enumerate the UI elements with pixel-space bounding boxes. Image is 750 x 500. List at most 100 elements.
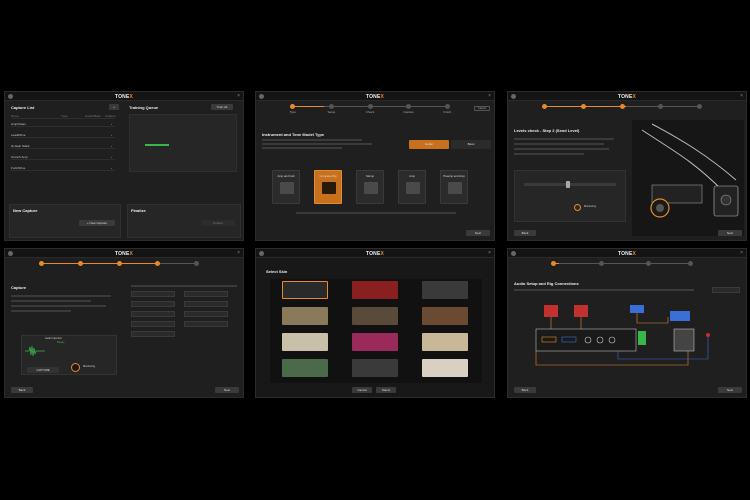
add-capture-button[interactable]: + <box>109 104 119 110</box>
next-button[interactable]: Next <box>718 387 742 393</box>
training-progress <box>145 144 169 146</box>
cancel-button[interactable]: Cancel <box>352 387 372 393</box>
close-icon[interactable]: × <box>488 93 491 99</box>
page-title: Levels check - Step 2 (Send Level) <box>514 128 580 133</box>
levels-check-window: TONEX × Levels check - Step 2 (Send Leve… <box>507 91 747 241</box>
bass-button[interactable]: Bass <box>451 140 491 149</box>
title-bar: TONEX × <box>5 92 243 101</box>
skin-item[interactable] <box>352 333 398 351</box>
hint-text <box>296 212 456 214</box>
close-icon[interactable]: × <box>488 250 491 256</box>
back-button[interactable]: Back <box>11 387 33 393</box>
select-button[interactable]: Select <box>376 387 396 393</box>
settings-form <box>131 285 237 381</box>
guitar-button[interactable]: Guitar <box>409 140 449 149</box>
audio-setup-window: TONEX × Audio Setup and Rig Connections <box>507 248 747 398</box>
back-button[interactable]: Back <box>514 230 536 236</box>
tonex-logo: TONEX <box>365 251 385 257</box>
monitoring-label: Monitoring <box>83 365 96 368</box>
description-text <box>262 139 372 149</box>
skin-grid <box>270 279 482 383</box>
level-slider[interactable] <box>566 181 570 188</box>
table-row[interactable]: Lead/Drive › <box>11 131 115 138</box>
back-button[interactable]: Back <box>514 387 536 393</box>
step-finish: Finish <box>433 104 461 114</box>
audio-injection-title: Audio Injection <box>45 337 63 340</box>
menu-icon[interactable] <box>259 251 264 256</box>
close-icon[interactable]: × <box>740 250 743 256</box>
title-bar: TONEX × <box>5 249 243 258</box>
table-row[interactable]: Fuzz/Drive › <box>11 164 115 171</box>
skin-item[interactable] <box>282 307 328 325</box>
new-capture-button[interactable]: + New Capture <box>79 220 115 226</box>
monitoring-knob[interactable] <box>574 204 581 211</box>
level-meter <box>524 183 616 186</box>
cancel-button[interactable]: Cancel <box>474 106 490 111</box>
tonex-logo: TONEX <box>114 251 134 257</box>
menu-icon[interactable] <box>259 94 264 99</box>
next-button[interactable]: Next <box>718 230 742 236</box>
skin-item[interactable] <box>422 307 468 325</box>
menu-icon[interactable] <box>8 251 13 256</box>
monitoring-label: Monitoring <box>584 205 597 208</box>
tonex-logo: TONEX <box>617 251 637 257</box>
page-title: Select Skin <box>266 269 288 274</box>
level-meter-panel <box>514 170 626 222</box>
wizard-steps <box>538 104 706 118</box>
card-preamp-and-amp[interactable]: Preamp and Amp <box>440 170 468 204</box>
skin-item[interactable] <box>422 333 468 351</box>
title-bar: TONEX × <box>256 249 494 258</box>
wizard-steps <box>548 261 696 275</box>
menu-icon[interactable] <box>511 94 516 99</box>
step-check: Check <box>356 104 384 114</box>
audio-injection-status: Ready <box>57 341 65 344</box>
tonex-logo: TONEX <box>365 94 385 100</box>
menu-icon[interactable] <box>511 251 516 256</box>
page-title: Audio Setup and Rig Connections <box>514 281 579 286</box>
monitoring-knob[interactable] <box>71 363 80 372</box>
page-title: Instrument and Tone Model Type <box>262 132 325 137</box>
skin-item[interactable] <box>352 281 398 299</box>
capture-button[interactable]: CAPTURE <box>27 367 59 373</box>
finalize-button[interactable]: Finalize <box>201 220 235 226</box>
train-all-button[interactable]: Train All <box>211 104 233 110</box>
wizard-steps <box>35 261 203 275</box>
step-setup: Setup <box>317 104 345 114</box>
skin-item[interactable] <box>352 359 398 377</box>
close-icon[interactable]: × <box>740 93 743 99</box>
capture-instructions <box>11 295 111 312</box>
skin-item[interactable] <box>352 307 398 325</box>
tonex-logo: TONEX <box>617 94 637 100</box>
new-capture-title: New Capture <box>13 208 38 213</box>
title-bar: TONEX × <box>256 92 494 101</box>
description-text <box>514 289 694 291</box>
close-icon[interactable]: × <box>237 93 240 99</box>
guitar-illustration <box>632 120 744 236</box>
table-header: Name Type Guitar/Bass Capture <box>11 114 116 119</box>
card-stomp[interactable]: Stomp <box>356 170 384 204</box>
screenshot-collage: TONEX × Capture List + Name Type Guitar/… <box>0 0 750 500</box>
skin-item[interactable] <box>282 333 328 351</box>
skin-item[interactable] <box>422 281 468 299</box>
skin-item[interactable] <box>282 281 328 299</box>
select-skin-window: TONEX × Select Skin Cancel Select <box>255 248 495 398</box>
rig-connection-diagram <box>535 305 710 366</box>
table-row[interactable]: Hi-Gain Stack › <box>11 142 115 149</box>
card-complete-rig[interactable]: Complete Rig <box>314 170 342 204</box>
table-row[interactable]: Amp/Clean › <box>11 120 115 127</box>
next-button[interactable]: Next <box>215 387 239 393</box>
close-icon[interactable]: × <box>237 250 240 256</box>
buffer-size-select[interactable] <box>712 287 740 293</box>
menu-icon[interactable] <box>8 94 13 99</box>
card-amp[interactable]: Amp <box>398 170 426 204</box>
next-button[interactable]: Next <box>466 230 490 236</box>
table-row[interactable]: Crunch Amp › <box>11 153 115 160</box>
skin-item[interactable] <box>422 359 468 377</box>
tonex-logo: TONEX <box>114 94 134 100</box>
card-amp-and-cab[interactable]: Amp and Cab <box>272 170 300 204</box>
waveform <box>25 345 45 357</box>
training-list <box>129 114 237 172</box>
skin-item[interactable] <box>282 359 328 377</box>
finalize-title: Finalize <box>131 208 146 213</box>
step-type: Type <box>279 104 307 114</box>
